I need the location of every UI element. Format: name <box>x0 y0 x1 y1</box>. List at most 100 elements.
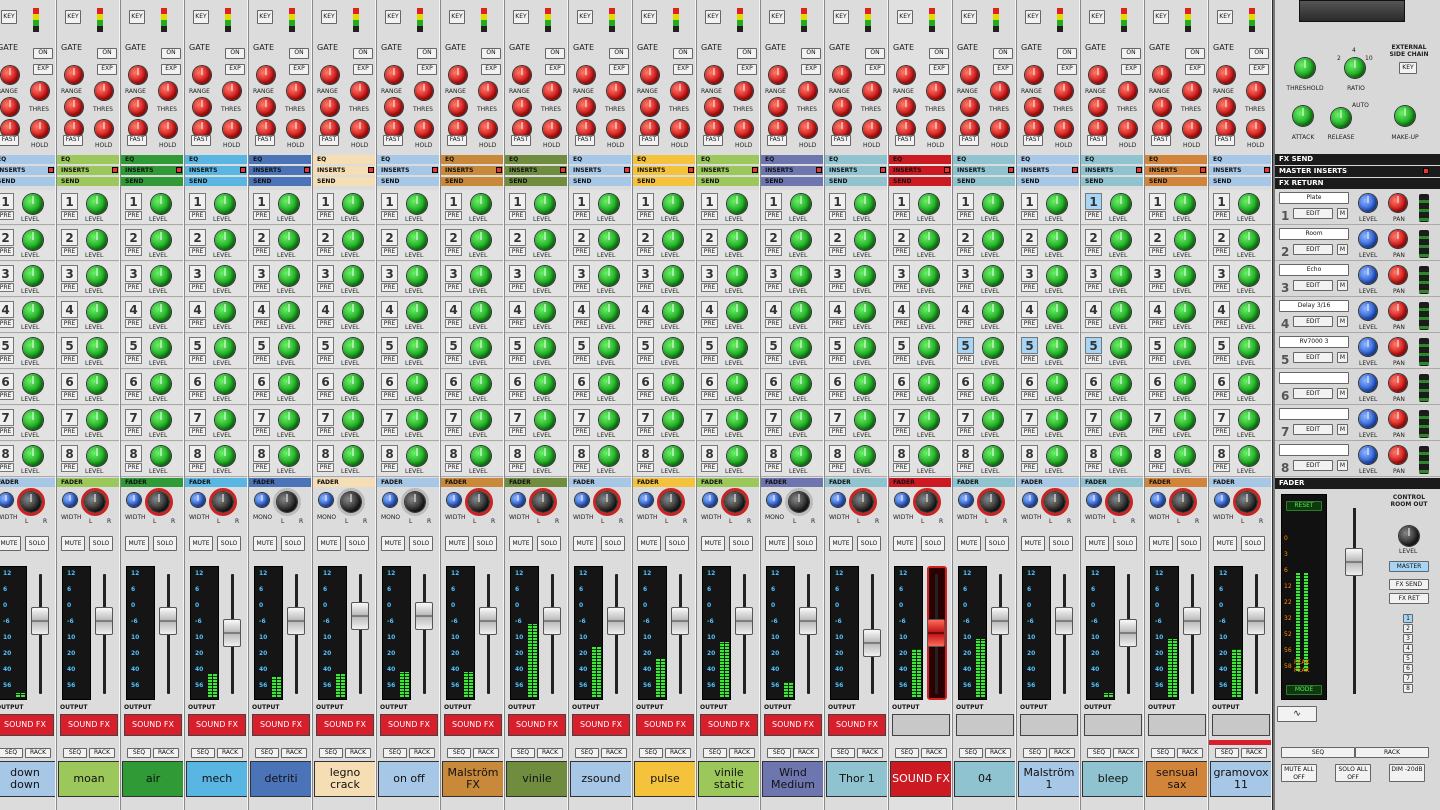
fx-return-level-knob[interactable] <box>1359 230 1377 248</box>
solo-button[interactable]: SOLO <box>25 536 49 551</box>
pre-button[interactable]: PRE <box>573 247 590 256</box>
cr-master-button[interactable]: MASTER <box>1389 561 1429 572</box>
eq-tab[interactable]: EQ <box>185 155 247 164</box>
gate-on-button[interactable]: ON <box>353 48 373 59</box>
send-8-button[interactable]: 8 <box>317 445 334 462</box>
send-level-knob[interactable] <box>983 266 1003 286</box>
output-select[interactable]: SOUND FX <box>828 714 886 736</box>
send-level-knob[interactable] <box>23 374 43 394</box>
send-level-knob[interactable] <box>855 338 875 358</box>
send-4-button[interactable]: 4 <box>189 301 206 318</box>
rack-button[interactable]: RACK <box>537 748 563 758</box>
send-3-button[interactable]: 3 <box>125 265 142 282</box>
channel-name[interactable]: vinile static <box>698 761 759 797</box>
key-button[interactable]: KEY <box>577 10 593 24</box>
send-level-knob[interactable] <box>151 230 171 250</box>
pre-button[interactable]: PRE <box>61 211 78 220</box>
channel-name[interactable]: Malström FX <box>442 761 503 797</box>
pre-button[interactable]: PRE <box>0 355 14 364</box>
gate-thres-knob[interactable] <box>1183 82 1201 100</box>
pre-button[interactable]: PRE <box>765 319 782 328</box>
mute-button[interactable]: MUTE <box>509 536 533 551</box>
gate-range-knob[interactable] <box>385 66 403 84</box>
gate-attack-knob[interactable] <box>1025 98 1043 116</box>
pre-button[interactable]: PRE <box>1149 391 1166 400</box>
mute-button[interactable]: MUTE <box>637 536 661 551</box>
fx-return-pan-knob[interactable] <box>1389 266 1407 284</box>
cr-number-3-button[interactable]: 3 <box>1403 634 1413 643</box>
pre-button[interactable]: PRE <box>893 463 910 472</box>
gate-exp-button[interactable]: EXP <box>1185 64 1205 75</box>
eq-tab[interactable]: EQ <box>1081 155 1143 164</box>
send-2-button[interactable]: 2 <box>1213 229 1230 246</box>
send-level-knob[interactable] <box>215 446 235 466</box>
pre-button[interactable]: PRE <box>1149 355 1166 364</box>
gate-exp-button[interactable]: EXP <box>33 64 53 75</box>
gate-exp-button[interactable]: EXP <box>481 64 501 75</box>
eq-tab[interactable]: EQ <box>1017 155 1079 164</box>
pre-button[interactable]: PRE <box>1213 463 1230 472</box>
eq-tab[interactable]: EQ <box>1209 155 1271 164</box>
send-level-knob[interactable] <box>599 230 619 250</box>
gate-thres-knob[interactable] <box>1119 82 1137 100</box>
gate-thres-knob[interactable] <box>415 82 433 100</box>
width-knob[interactable] <box>831 493 845 507</box>
pre-button[interactable]: PRE <box>765 463 782 472</box>
pan-knob[interactable] <box>1237 492 1257 512</box>
threshold-knob[interactable] <box>1295 58 1315 78</box>
send-5-button[interactable]: 5 <box>253 337 270 354</box>
channel-fader[interactable] <box>1055 607 1073 635</box>
send-level-knob[interactable] <box>1239 374 1259 394</box>
gate-fast-button[interactable]: FAST <box>383 135 403 146</box>
send-tab[interactable]: SEND <box>249 177 311 186</box>
fx-return-edit-button[interactable]: EDIT <box>1293 352 1333 363</box>
send-level-knob[interactable] <box>23 230 43 250</box>
pre-button[interactable]: PRE <box>0 211 14 220</box>
channel-name[interactable]: bleep <box>1082 761 1143 797</box>
send-level-knob[interactable] <box>471 230 491 250</box>
key-button[interactable]: KEY <box>961 10 977 24</box>
pre-button[interactable]: PRE <box>893 247 910 256</box>
output-select[interactable]: SOUND FX <box>700 714 758 736</box>
pan-knob[interactable] <box>1109 492 1129 512</box>
eq-tab[interactable]: EQ <box>57 155 119 164</box>
send-8-button[interactable]: 8 <box>1149 445 1166 462</box>
channel-fader[interactable] <box>351 602 369 630</box>
gate-attack-knob[interactable] <box>641 98 659 116</box>
channel-name[interactable]: Wind Medium <box>762 761 823 797</box>
inserts-tab[interactable]: INSERTS <box>57 166 119 175</box>
mute-all-off-button[interactable]: MUTE ALL OFF <box>1281 764 1317 782</box>
gate-on-button[interactable]: ON <box>1121 48 1141 59</box>
gate-range-knob[interactable] <box>577 66 595 84</box>
pre-button[interactable]: PRE <box>0 427 14 436</box>
eq-tab[interactable]: EQ <box>0 155 55 164</box>
attack-knob[interactable] <box>1293 106 1313 126</box>
pre-button[interactable]: PRE <box>637 463 654 472</box>
eq-tab[interactable]: EQ <box>121 155 183 164</box>
send-level-knob[interactable] <box>855 194 875 214</box>
send-3-button[interactable]: 3 <box>1149 265 1166 282</box>
solo-button[interactable]: SOLO <box>857 536 881 551</box>
gate-attack-knob[interactable] <box>129 98 147 116</box>
channel-name[interactable]: zsound <box>570 761 631 797</box>
send-7-button[interactable]: 7 <box>1213 409 1230 426</box>
pre-button[interactable]: PRE <box>125 463 142 472</box>
channel-name[interactable]: sensual sax <box>1146 761 1207 797</box>
send-level-knob[interactable] <box>919 446 939 466</box>
fx-return-mute-button[interactable]: M <box>1337 316 1348 327</box>
rack-button[interactable]: RACK <box>409 748 435 758</box>
seq-button[interactable]: SEQ <box>319 748 343 758</box>
rack-button[interactable]: RACK <box>1177 748 1203 758</box>
gate-fast-button[interactable]: FAST <box>959 135 979 146</box>
channel-name[interactable]: moan <box>58 761 119 797</box>
pre-button[interactable]: PRE <box>253 355 270 364</box>
key-button[interactable]: KEY <box>449 10 465 24</box>
send-level-knob[interactable] <box>1239 410 1259 430</box>
send-7-button[interactable]: 7 <box>61 409 78 426</box>
send-level-knob[interactable] <box>407 194 427 214</box>
pre-button[interactable]: PRE <box>189 247 206 256</box>
pre-button[interactable]: PRE <box>0 283 14 292</box>
send-level-knob[interactable] <box>23 410 43 430</box>
pre-button[interactable]: PRE <box>189 391 206 400</box>
rack-button[interactable]: RACK <box>921 748 947 758</box>
